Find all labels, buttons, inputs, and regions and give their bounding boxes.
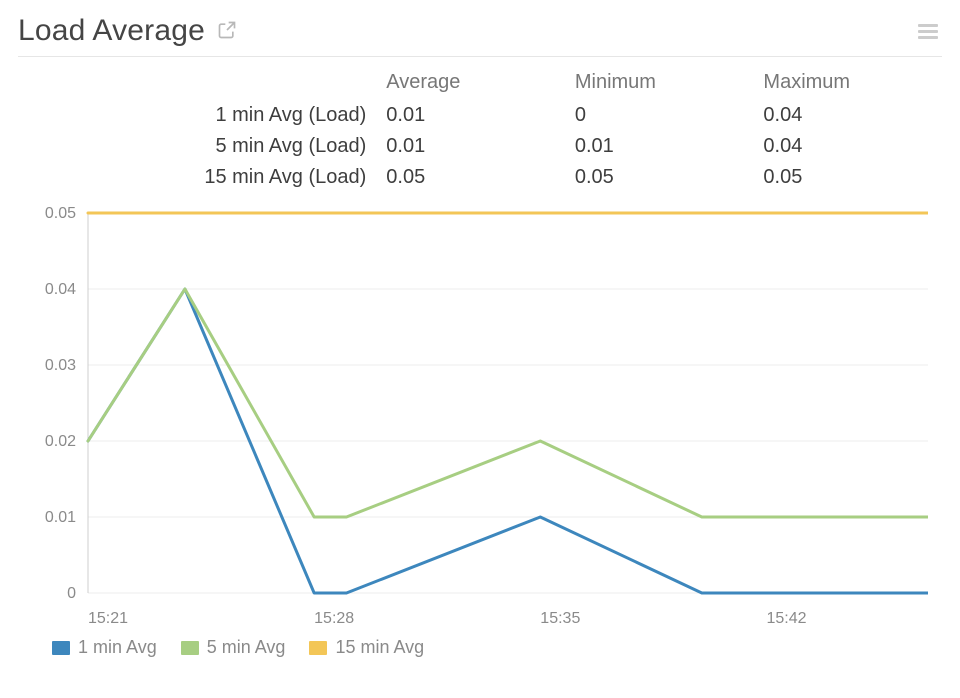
svg-text:0: 0: [67, 585, 76, 602]
stats-header-row: Average Minimum Maximum: [18, 67, 942, 100]
header-divider: [18, 56, 942, 57]
legend: 1 min Avg 5 min Avg 15 min Avg: [18, 633, 942, 658]
col-average: Average: [376, 67, 565, 100]
table-row: 5 min Avg (Load) 0.01 0.01 0.04: [18, 131, 942, 162]
legend-label: 5 min Avg: [207, 637, 286, 658]
panel-header: Load Average: [18, 14, 942, 56]
legend-swatch: [52, 641, 70, 655]
cell-max: 0.04: [753, 100, 942, 131]
external-link-icon[interactable]: [217, 20, 237, 40]
svg-text:15:35: 15:35: [540, 610, 580, 627]
legend-swatch: [309, 641, 327, 655]
cell-avg: 0.05: [376, 162, 565, 193]
hamburger-menu-icon[interactable]: [914, 17, 942, 46]
col-maximum: Maximum: [753, 67, 942, 100]
cell-max: 0.04: [753, 131, 942, 162]
cell-min: 0.05: [565, 162, 754, 193]
row-label: 5 min Avg (Load): [18, 131, 376, 162]
svg-text:0.02: 0.02: [45, 433, 76, 450]
legend-label: 1 min Avg: [78, 637, 157, 658]
cell-min: 0.01: [565, 131, 754, 162]
chart-svg: 0 0.01 0.02 0.03 0.04 0.05 15:21 15:28 15:35 15:4…: [18, 203, 928, 633]
stats-table: Average Minimum Maximum 1 min Avg (Load)…: [18, 67, 942, 193]
cell-avg: 0.01: [376, 100, 565, 131]
row-label: 1 min Avg (Load): [18, 100, 376, 131]
svg-text:15:21: 15:21: [88, 610, 128, 627]
legend-swatch: [181, 641, 199, 655]
cell-min: 0: [565, 100, 754, 131]
svg-text:0.05: 0.05: [45, 205, 76, 222]
svg-text:15:28: 15:28: [314, 610, 354, 627]
panel-title: Load Average: [18, 14, 205, 48]
svg-text:0.01: 0.01: [45, 509, 76, 526]
cell-avg: 0.01: [376, 131, 565, 162]
col-minimum: Minimum: [565, 67, 754, 100]
cell-max: 0.05: [753, 162, 942, 193]
chart: 0 0.01 0.02 0.03 0.04 0.05 15:21 15:28 15:35 15:4…: [18, 203, 928, 633]
svg-text:15:42: 15:42: [766, 610, 806, 627]
legend-item-15min[interactable]: 15 min Avg: [309, 637, 424, 658]
svg-text:0.03: 0.03: [45, 357, 76, 374]
table-row: 1 min Avg (Load) 0.01 0 0.04: [18, 100, 942, 131]
svg-text:0.04: 0.04: [45, 281, 76, 298]
load-average-panel: Load Average Average Minimum Maximum 1 m: [0, 0, 960, 698]
legend-label: 15 min Avg: [335, 637, 424, 658]
table-row: 15 min Avg (Load) 0.05 0.05 0.05: [18, 162, 942, 193]
legend-item-1min[interactable]: 1 min Avg: [52, 637, 157, 658]
row-label: 15 min Avg (Load): [18, 162, 376, 193]
legend-item-5min[interactable]: 5 min Avg: [181, 637, 286, 658]
title-wrap: Load Average: [18, 14, 237, 48]
